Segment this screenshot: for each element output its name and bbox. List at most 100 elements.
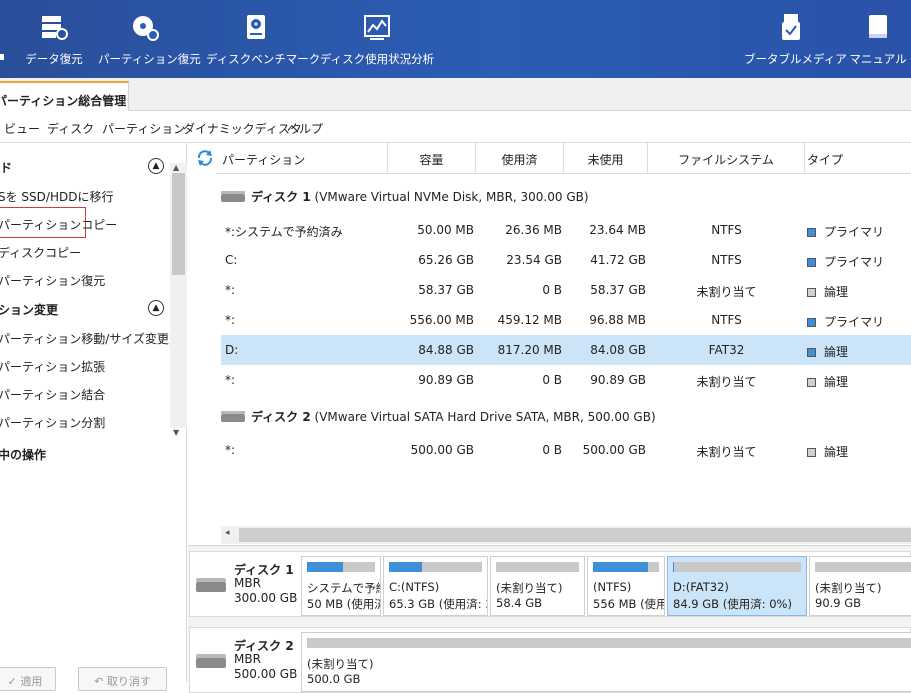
cell-used: 0 B <box>542 283 562 297</box>
space-analyzer-icon <box>364 15 390 40</box>
cell-partition: *: <box>225 443 236 457</box>
table-row[interactable]: *: 500.00 GB 0 B 500.00 GB 未割り当て 論理 <box>221 435 911 465</box>
toolbar-label: ディスク使用状況分析 <box>319 52 435 66</box>
collapse-wizard-icon[interactable]: ▲ <box>148 158 164 174</box>
disk1-row-header[interactable]: ディスク 1 (VMware Virtual NVMe Disk, MBR, 3… <box>221 188 589 205</box>
disk1-info[interactable]: ディスク 1 MBR 300.00 GB <box>190 552 302 616</box>
cell-partition: *:システムで予約済み <box>225 225 343 239</box>
col-type[interactable]: タイプ <box>805 143 911 174</box>
sidebar-scroll-thumb[interactable] <box>172 173 185 275</box>
sidebar-scrollbar[interactable]: ▲ ▼ <box>170 163 187 437</box>
partition-block[interactable]: (未割り当て) 500.0 GB <box>301 632 911 692</box>
col-partition[interactable]: パーティション <box>216 143 388 174</box>
menu-partition[interactable]: パーティション <box>102 120 185 137</box>
menu-dynamic-disk[interactable]: ダイナミックディスク <box>183 120 302 137</box>
disk2-map-size: 500.00 GB <box>234 667 298 681</box>
table-row[interactable]: D: 84.88 GB 817.20 MB 84.08 GB FAT32 論理 <box>221 335 911 365</box>
sidebar-item-partition-recovery[interactable]: パーティション復元 <box>0 272 105 289</box>
table-row[interactable]: *: 90.89 GB 0 B 90.89 GB 未割り当て 論理 <box>221 365 911 395</box>
disk-icon <box>196 578 226 592</box>
disk1-map-card[interactable]: ディスク 1 MBR 300.00 GB システムで予約 50 MB (使用済 C:… <box>189 551 911 617</box>
col-capacity[interactable]: 容量 <box>388 143 476 174</box>
toolbar-label: マニュアル <box>849 52 907 66</box>
refresh-icon[interactable] <box>196 149 214 167</box>
partition-block-label: (未割り当て) <box>496 581 563 595</box>
col-used[interactable]: 使用済 <box>476 143 564 174</box>
partition-block-size: 58.4 GB <box>496 596 543 610</box>
cell-capacity: 84.88 GB <box>418 343 474 357</box>
disk-icon <box>221 411 245 422</box>
toolbar-disk-benchmark[interactable]: ディスクベンチマーク <box>206 0 320 78</box>
partition-block[interactable]: システムで予約 50 MB (使用済 <box>301 556 381 616</box>
cell-partition: D: <box>225 343 239 357</box>
disk2-row-header[interactable]: ディスク 2 (VMware Virtual SATA Hard Drive S… <box>221 408 656 425</box>
menu-help[interactable]: ヘルプ <box>287 120 323 137</box>
table-hscroll-thumb[interactable] <box>239 528 911 542</box>
cell-filesystem: NTFS <box>711 313 742 327</box>
tab-label: パーティション総合管理 <box>0 94 127 108</box>
main-toolbar: データ復元 パーティション復元 ディスクベンチマーク ディスク使用状況分析 ブー… <box>0 0 911 78</box>
cell-type: プライマリ <box>807 223 884 240</box>
col-filesystem[interactable]: ファイルシステム <box>648 143 805 174</box>
scroll-down-icon[interactable]: ▼ <box>173 428 179 437</box>
usage-bar-fill <box>389 562 422 572</box>
toolbar-data-recovery[interactable]: データ復元 <box>14 0 94 78</box>
toolbar-space-analyzer[interactable]: ディスク使用状況分析 <box>318 0 436 78</box>
cell-used: 23.54 GB <box>506 253 562 267</box>
sidebar-item-move-resize[interactable]: パーティション移動/サイズ変更 <box>0 330 169 347</box>
partition-block[interactable]: D:(FAT32) 84.9 GB (使用済: 0%) <box>667 556 807 616</box>
partition-block[interactable]: (未割り当て) 90.9 GB <box>809 556 911 616</box>
partition-block[interactable]: C:(NTFS) 65.3 GB (使用済: 36 <box>383 556 488 616</box>
sidebar-item-merge[interactable]: パーティション結合 <box>0 386 105 403</box>
partition-block[interactable]: (NTFS) 556 MB (使用 <box>587 556 665 616</box>
disk-icon <box>196 654 226 668</box>
toolbar-label: パーティション復元 <box>98 52 201 66</box>
disk2-map-card[interactable]: ディスク 2 MBR 500.00 GB (未割り当て) 500.0 GB <box>189 627 911 693</box>
type-swatch-icon <box>807 318 816 327</box>
type-swatch-icon <box>807 348 816 357</box>
col-unused[interactable]: 未使用 <box>564 143 648 174</box>
menu-view[interactable]: ビュー <box>4 120 40 137</box>
partition-block-size: 90.9 GB <box>815 596 862 610</box>
toolbar-bootable-media[interactable]: ブータブルメディア <box>744 0 847 78</box>
cell-used: 0 B <box>542 443 562 457</box>
partition-block-size: 500.0 GB <box>307 672 361 686</box>
table-row[interactable]: C: 65.26 GB 23.54 GB 41.72 GB NTFS プライマリ <box>221 245 911 275</box>
collapse-change-icon[interactable]: ▲ <box>148 300 164 316</box>
table-row[interactable]: *: 556.00 MB 459.12 MB 96.88 MB NTFS プライマリ <box>221 305 911 335</box>
disk-benchmark-icon <box>247 15 265 39</box>
sidebar-item-partition-copy[interactable]: パーティションコピー <box>0 216 117 233</box>
usage-bar <box>673 562 801 572</box>
tab-partition-management[interactable]: パーティション総合管理 <box>0 81 129 112</box>
cell-capacity: 58.37 GB <box>418 283 474 297</box>
menu-disk[interactable]: ディスク <box>47 120 94 137</box>
disk2-info[interactable]: ディスク 2 MBR 500.00 GB <box>190 628 302 692</box>
type-swatch-icon <box>807 378 816 387</box>
disk-map: ディスク 1 MBR 300.00 GB システムで予約 50 MB (使用済 C:… <box>188 545 911 693</box>
scroll-up-icon[interactable]: ▲ <box>173 163 179 172</box>
sidebar-pending-title: 中の操作 <box>0 448 47 462</box>
cell-type: プライマリ <box>807 253 884 270</box>
apply-button[interactable]: ✓ 適用 <box>0 667 56 691</box>
usage-bar-fill <box>307 562 343 572</box>
toolbar-partition-recovery[interactable]: パーティション復元 <box>98 0 201 78</box>
type-swatch-icon <box>807 258 816 267</box>
cell-filesystem: 未割り当て <box>696 375 757 389</box>
sidebar-item-disk-copy[interactable]: ディスクコピー <box>0 244 81 261</box>
partition-table: パーティション 容量 使用済 未使用 ファイルシステム タイプ ディスク 1 (… <box>188 143 911 544</box>
sidebar-item-extend[interactable]: パーティション拡張 <box>0 358 105 375</box>
table-row[interactable]: *: 58.37 GB 0 B 58.37 GB 未割り当て 論理 <box>221 275 911 305</box>
cell-capacity: 90.89 GB <box>418 373 474 387</box>
scroll-left-icon[interactable]: ◂ <box>225 528 230 538</box>
sidebar-item-migrate-os[interactable]: Sを SSD/HDDに移行 <box>0 188 113 205</box>
partition-block[interactable]: (未割り当て) 58.4 GB <box>490 556 585 616</box>
disk1-map-size: 300.00 GB <box>234 591 298 605</box>
toolbar-manual[interactable]: マニュアル <box>848 0 908 78</box>
table-hscrollbar[interactable]: ◂ <box>221 526 911 544</box>
undo-button[interactable]: ↶ 取り消す <box>78 667 167 691</box>
table-row[interactable]: *:システムで予約済み 50.00 MB 26.36 MB 23.64 MB NTFS プ… <box>221 215 911 245</box>
cell-unused: 41.72 GB <box>590 253 646 267</box>
sidebar-item-split[interactable]: パーティション分割 <box>0 414 105 431</box>
type-swatch-icon <box>807 228 816 237</box>
cell-capacity: 50.00 MB <box>417 223 474 237</box>
